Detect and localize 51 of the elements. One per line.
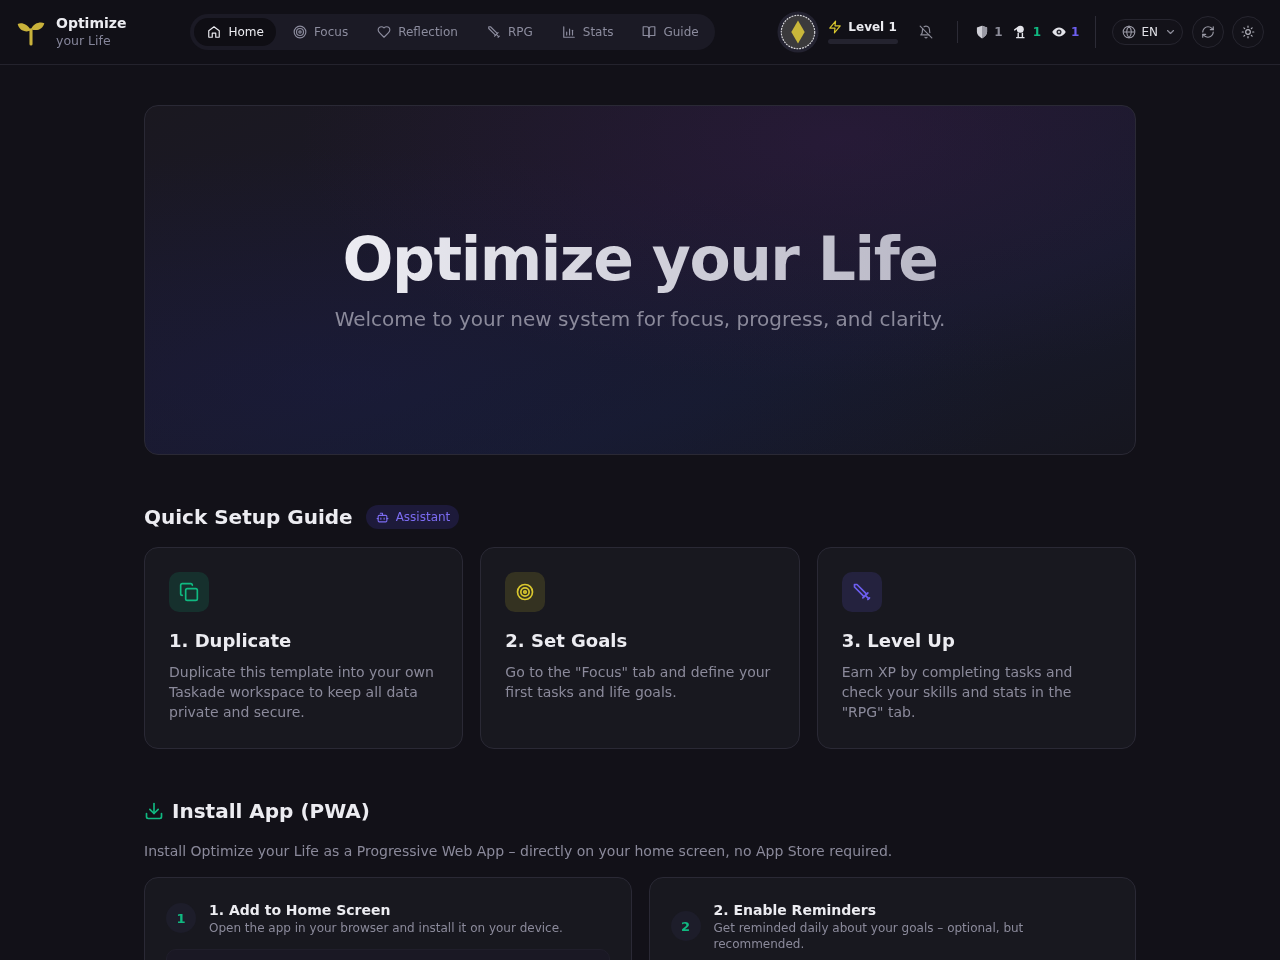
step-description: Earn XP by completing tasks and check your skills and stats in the "RPG" tab.: [841, 663, 1074, 722]
nav-tab[interactable]: Stats: [548, 18, 626, 46]
step-description: Get reminded daily about your goals – optional, but recommended.: [713, 920, 1025, 952]
nav-tab[interactable]: Home: [194, 18, 276, 46]
refresh-button[interactable]: [1192, 16, 1224, 48]
hero-subtitle: Welcome to your new system for focus, progress, and clarity.: [334, 306, 946, 333]
nav-tab[interactable]: RPG: [473, 18, 545, 46]
step-description: Go to the "Focus" tab and define your first tasks and life goals.: [505, 663, 772, 702]
target-icon: [292, 25, 307, 39]
xp-bar: [828, 39, 899, 44]
stat-count: 1: [1071, 25, 1080, 39]
shield-icon: [975, 25, 990, 39]
sword-icon: [486, 25, 501, 39]
step-number: 1: [166, 903, 196, 933]
language-select[interactable]: EN: [1112, 19, 1183, 45]
section-description: Install Optimize your Life as a Progressive Web App – directly on your home screen, no App Store required.: [144, 842, 894, 861]
step-title: 1. Add to Home Screen: [209, 901, 392, 920]
stat-count: 1: [994, 25, 1003, 39]
eye-icon: [1052, 25, 1067, 39]
stat-count: 1: [1032, 25, 1042, 39]
theme-toggle-button[interactable]: [1232, 16, 1264, 48]
step-title: 2. Set Goals: [505, 629, 629, 653]
lightning-bolt-icon: [828, 20, 843, 34]
nav-tab[interactable]: Reflection: [364, 18, 470, 46]
step-description: Duplicate this template into your own Taskade workspace to keep all data private and secure.: [169, 663, 435, 722]
robot-icon: [375, 510, 389, 524]
globe-icon: [1122, 25, 1137, 39]
brand-title: Optimize: [56, 14, 127, 32]
nav-tab[interactable]: Guide: [629, 18, 711, 46]
chevron-down-icon: [1167, 30, 1174, 34]
step-description: Open the app in your browser and install it on your device.: [209, 920, 563, 936]
heart-icon: [377, 25, 392, 39]
diamond-emblem-icon: [777, 11, 820, 53]
refresh-icon: [1201, 25, 1215, 39]
level-label: Level 1: [848, 20, 897, 34]
bar-chart-icon: [561, 25, 576, 39]
section-title: Install App (PWA): [172, 798, 370, 825]
download-icon: [144, 801, 164, 821]
tag-label: Assistant: [395, 510, 451, 524]
section-title: Quick Setup Guide: [144, 504, 353, 531]
step-number: 2: [670, 911, 701, 941]
book-icon: [642, 25, 657, 39]
home-icon: [207, 25, 222, 39]
sun-icon: [1241, 25, 1255, 39]
nav-tab[interactable]: Focus: [279, 18, 361, 46]
brand-subtitle: your Life: [56, 32, 112, 50]
retort-flask-icon: [1013, 25, 1028, 39]
step-title: 3. Level Up: [841, 629, 956, 653]
step-title: 1. Duplicate: [169, 629, 293, 653]
step-title: 2. Enable Reminders: [713, 901, 877, 920]
bell-off-icon[interactable]: [919, 25, 934, 39]
